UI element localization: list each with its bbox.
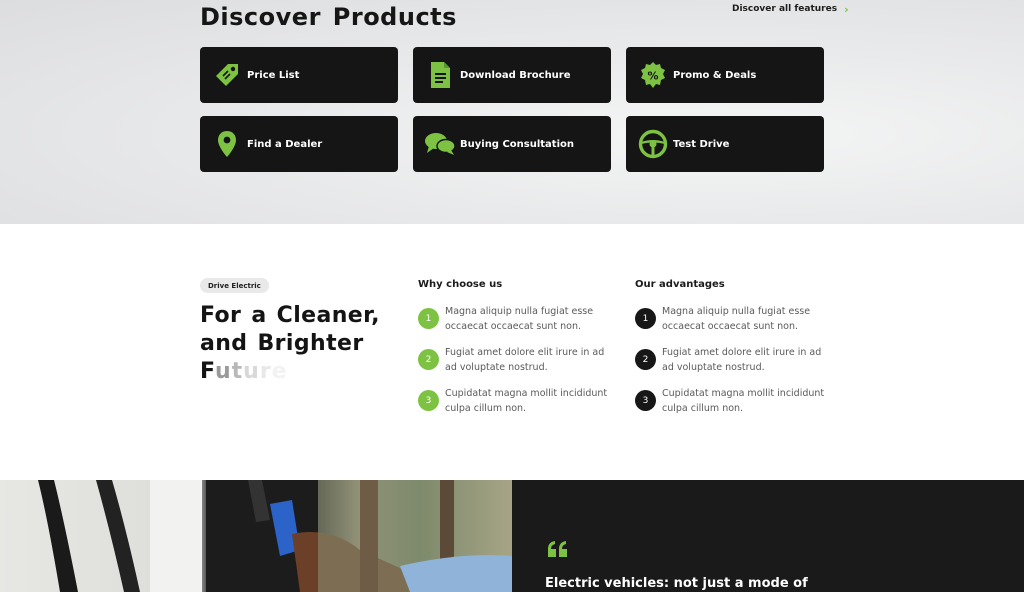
testimonial-quote-text: Electric vehicles: not just a mode of	[545, 576, 808, 591]
advantage-item-text: Fugiat amet dolore elit irure in ad ad v…	[662, 347, 822, 373]
card-test-drive[interactable]: Test Drive	[626, 116, 824, 172]
why-item: 3 Cupidatat magna mollit incididunt culp…	[418, 386, 613, 416]
card-label: Buying Consultation	[460, 138, 574, 150]
advantage-item: 2 Fugiat amet dolore elit irure in ad ad…	[635, 345, 830, 375]
headline-letter: u	[243, 359, 260, 384]
price-tag-icon	[200, 47, 247, 103]
steering-wheel-icon	[626, 116, 673, 172]
discover-all-features-link[interactable]: Discover all features ›	[732, 2, 849, 16]
headline-animated-word: Future	[200, 359, 288, 384]
quote-mark-icon	[547, 540, 569, 563]
why-item: 2 Fugiat amet dolore elit irure in ad ad…	[418, 345, 613, 375]
why-item: 1 Magna aliquip nulla fugiat esse occaec…	[418, 304, 613, 334]
advantage-item-text: Magna aliquip nulla fugiat esse occaecat…	[662, 306, 811, 332]
number-badge: 2	[418, 349, 439, 370]
discover-products-section: Discover Products Discover all features …	[0, 0, 1024, 224]
advantage-item: 3 Cupidatat magna mollit incididunt culp…	[635, 386, 830, 416]
charging-station-photo	[0, 480, 512, 592]
discover-title: Discover Products	[200, 3, 457, 31]
card-find-dealer[interactable]: Find a Dealer	[200, 116, 398, 172]
advantage-item-text: Cupidatat magna mollit incididunt culpa …	[662, 388, 825, 414]
card-download-brochure[interactable]: Download Brochure	[413, 47, 611, 103]
number-badge: 1	[418, 308, 439, 329]
chevron-right-icon: ›	[844, 2, 849, 16]
headline-line-1: For a Cleaner,	[200, 303, 380, 328]
percent-badge-icon: %	[626, 47, 673, 103]
document-icon	[413, 47, 460, 103]
card-price-list[interactable]: Price List	[200, 47, 398, 103]
card-label: Promo & Deals	[673, 69, 757, 81]
why-choose-us-title: Why choose us	[418, 279, 503, 290]
drive-electric-badge: Drive Electric	[200, 278, 269, 293]
why-item-text: Cupidatat magna mollit incididunt culpa …	[445, 388, 608, 414]
number-badge: 3	[635, 390, 656, 411]
card-buying-consultation[interactable]: Buying Consultation	[413, 116, 611, 172]
why-item-text: Fugiat amet dolore elit irure in ad ad v…	[445, 347, 605, 373]
headline-letter: e	[271, 359, 288, 384]
card-promo-deals[interactable]: % Promo & Deals	[626, 47, 824, 103]
headline-letter: t	[231, 359, 244, 384]
card-label: Price List	[247, 69, 300, 81]
svg-text:%: %	[647, 70, 658, 83]
card-label: Find a Dealer	[247, 138, 323, 150]
our-advantages-title: Our advantages	[635, 279, 725, 290]
card-label: Test Drive	[673, 138, 730, 150]
card-label: Download Brochure	[460, 69, 571, 81]
headline-letter: F	[200, 359, 215, 384]
headline-letter: u	[214, 359, 232, 384]
headline-letter: r	[259, 359, 272, 384]
map-pin-icon	[200, 116, 247, 172]
number-badge: 3	[418, 390, 439, 411]
advantage-item: 1 Magna aliquip nulla fugiat esse occaec…	[635, 304, 830, 334]
discover-all-features-label: Discover all features	[732, 4, 838, 14]
chat-bubbles-icon	[413, 116, 460, 172]
electric-headline: For a Cleaner, and Brighter Future	[200, 302, 400, 386]
why-item-text: Magna aliquip nulla fugiat esse occaecat…	[445, 306, 594, 332]
headline-line-2: and Brighter	[200, 331, 364, 356]
number-badge: 2	[635, 349, 656, 370]
number-badge: 1	[635, 308, 656, 329]
headline-line-3: Future	[200, 358, 400, 386]
